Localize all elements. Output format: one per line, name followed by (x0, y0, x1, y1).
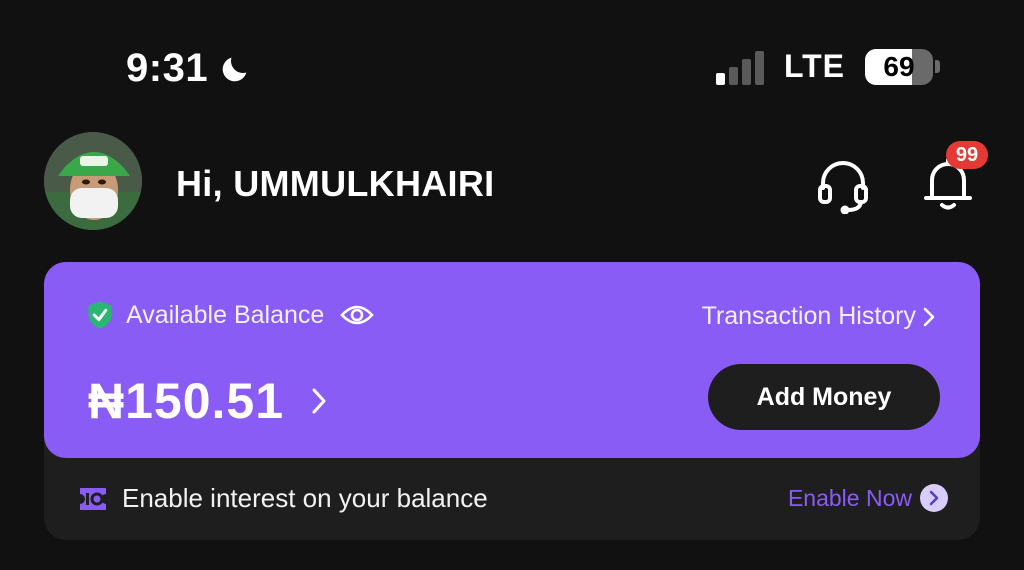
eye-icon[interactable] (340, 303, 375, 327)
chevron-right-icon (923, 307, 935, 326)
status-time: 9:31 (126, 46, 252, 91)
enable-now-label: Enable Now (787, 484, 912, 511)
chevron-right-icon (312, 388, 326, 414)
battery-icon: 69 (865, 48, 940, 85)
transaction-history-label: Transaction History (701, 302, 916, 330)
available-balance-row: Available Balance (86, 300, 375, 330)
balance-amount-row[interactable]: ₦150.51 (88, 372, 328, 430)
network-type: LTE (783, 48, 845, 84)
interest-banner: Enable interest on your balance (76, 483, 488, 514)
notification-badge: 99 (946, 141, 988, 169)
transaction-history-link[interactable]: Transaction History (702, 302, 936, 331)
add-money-button[interactable]: Add Money (708, 364, 940, 430)
balance-amount: ₦150.51 (88, 373, 285, 429)
signal-icon (715, 49, 764, 85)
battery-level: 69 (883, 50, 915, 82)
enable-now-link[interactable]: Enable Now (788, 484, 948, 512)
shield-check-icon (88, 301, 112, 329)
support-button[interactable] (814, 156, 872, 215)
avatar[interactable] (44, 132, 142, 230)
interest-banner-text: Enable interest on your balance (122, 483, 488, 513)
status-time-text: 9:31 (126, 46, 209, 90)
greeting-text: Hi, UMMULKHAIRI (176, 163, 495, 204)
available-balance-label: Available Balance (126, 300, 325, 329)
chevron-right-circle-icon (920, 484, 948, 512)
interest-icon (80, 487, 106, 510)
avatar-image (44, 132, 142, 230)
battery-indicator: 69 (865, 48, 933, 85)
app-screen: 9:31 LTE 69 Hi, UMMULKHAIRI 99 Available… (0, 0, 1024, 570)
battery-tip (935, 60, 940, 73)
moon-icon (222, 57, 247, 81)
status-indicators: LTE 69 (715, 48, 940, 85)
headset-icon (818, 161, 868, 215)
